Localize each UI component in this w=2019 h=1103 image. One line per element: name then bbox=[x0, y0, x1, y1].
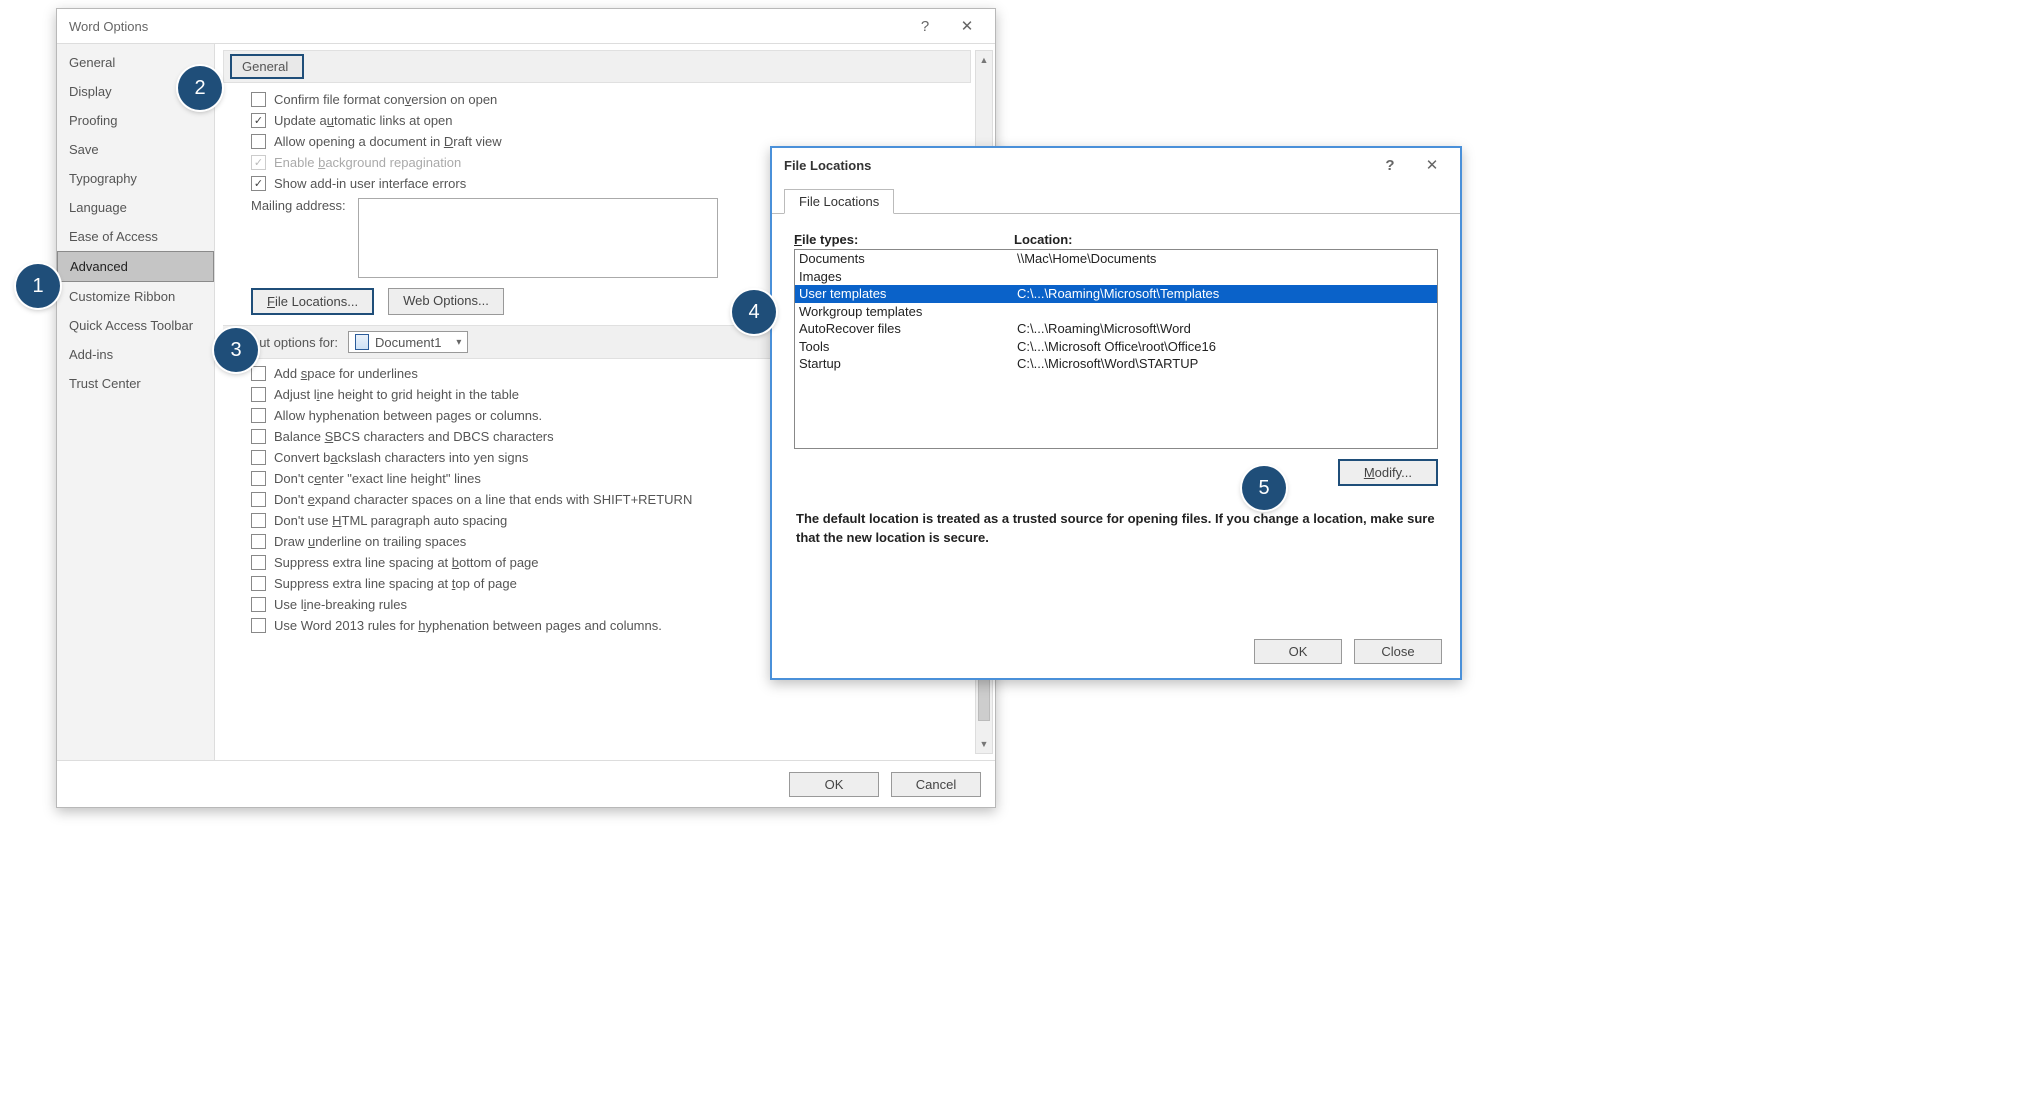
callout-3: 3 bbox=[214, 328, 258, 372]
web-options-button[interactable]: Web Options... bbox=[388, 288, 504, 315]
chk-label: Show add-in user interface errors bbox=[274, 176, 466, 191]
chk-confirm-file-format[interactable]: Confirm file format conversion on open bbox=[223, 89, 971, 110]
help-icon[interactable]: ? bbox=[905, 12, 945, 40]
scroll-up-icon[interactable]: ▲ bbox=[976, 51, 992, 69]
list-headers: File types: Location: bbox=[794, 232, 1438, 247]
scroll-down-icon[interactable]: ▼ bbox=[976, 735, 992, 753]
file-locations-title: File Locations bbox=[780, 158, 1370, 173]
callout-1: 1 bbox=[16, 264, 60, 308]
location-header: Location: bbox=[1014, 232, 1073, 247]
chk-label: Enable background repagination bbox=[274, 155, 461, 170]
document-icon bbox=[355, 334, 369, 350]
chk-label: Confirm file format conversion on open bbox=[274, 92, 497, 107]
chk-label: Suppress extra line spacing at bottom of… bbox=[274, 555, 539, 570]
layout-document-name: Document1 bbox=[375, 335, 441, 350]
chk-label: Update automatic links at open bbox=[274, 113, 453, 128]
checkbox-icon[interactable] bbox=[251, 534, 266, 549]
help-icon[interactable]: ? bbox=[1370, 151, 1410, 179]
file-locations-tabstrip: File Locations bbox=[772, 182, 1460, 214]
list-item-user-templates[interactable]: User templatesC:\...\Roaming\Microsoft\T… bbox=[795, 285, 1437, 303]
sidebar-item-ease-of-access[interactable]: Ease of Access bbox=[57, 222, 214, 251]
checkbox-icon[interactable]: ✓ bbox=[251, 113, 266, 128]
list-item-startup[interactable]: StartupC:\...\Microsoft\Word\STARTUP bbox=[795, 355, 1437, 373]
sidebar-item-save[interactable]: Save bbox=[57, 135, 214, 164]
chk-label: Add space for underlines bbox=[274, 366, 418, 381]
chk-label: Use line-breaking rules bbox=[274, 597, 407, 612]
checkbox-icon[interactable] bbox=[251, 597, 266, 612]
chk-label: Don't use HTML paragraph auto spacing bbox=[274, 513, 507, 528]
sidebar-item-advanced[interactable]: Advanced bbox=[57, 251, 214, 282]
modify-button[interactable]: Modify... bbox=[1338, 459, 1438, 486]
sidebar-item-language[interactable]: Language bbox=[57, 193, 214, 222]
checkbox-icon: ✓ bbox=[251, 155, 266, 170]
word-options-footer: OK Cancel bbox=[57, 761, 995, 807]
checkbox-icon[interactable] bbox=[251, 429, 266, 444]
checkbox-icon[interactable] bbox=[251, 555, 266, 570]
chk-label: Suppress extra line spacing at top of pa… bbox=[274, 576, 517, 591]
close-icon[interactable]: ✕ bbox=[1412, 151, 1452, 179]
close-button[interactable]: Close bbox=[1354, 639, 1442, 664]
checkbox-icon[interactable] bbox=[251, 134, 266, 149]
file-locations-button[interactable]: File Locations... bbox=[251, 288, 374, 315]
sidebar-item-add-ins[interactable]: Add-ins bbox=[57, 340, 214, 369]
file-types-listbox[interactable]: Documents\\Mac\Home\Documents Images Use… bbox=[794, 249, 1438, 449]
chk-label: Draw underline on trailing spaces bbox=[274, 534, 466, 549]
checkbox-icon[interactable] bbox=[251, 618, 266, 633]
checkbox-icon[interactable] bbox=[251, 366, 266, 381]
sidebar-item-typography[interactable]: Typography bbox=[57, 164, 214, 193]
cancel-button[interactable]: Cancel bbox=[891, 772, 981, 797]
file-locations-footer: OK Close bbox=[1254, 639, 1442, 664]
chk-label: Don't expand character spaces on a line … bbox=[274, 492, 692, 507]
sidebar-item-proofing[interactable]: Proofing bbox=[57, 106, 214, 135]
close-icon[interactable]: ✕ bbox=[947, 12, 987, 40]
chk-update-links[interactable]: ✓ Update automatic links at open bbox=[223, 110, 971, 131]
security-note: The default location is treated as a tru… bbox=[794, 486, 1438, 548]
checkbox-icon[interactable]: ✓ bbox=[251, 176, 266, 191]
ok-button[interactable]: OK bbox=[1254, 639, 1342, 664]
chk-label: Allow opening a document in Draft view bbox=[274, 134, 502, 149]
checkbox-icon[interactable] bbox=[251, 450, 266, 465]
mailing-address-input[interactable] bbox=[358, 198, 718, 278]
callout-2: 2 bbox=[178, 66, 222, 110]
mailing-address-label: Mailing address: bbox=[251, 198, 346, 213]
options-sidebar: General Display Proofing Save Typography… bbox=[57, 44, 215, 760]
chk-label: Don't center "exact line height" lines bbox=[274, 471, 481, 486]
ok-button[interactable]: OK bbox=[789, 772, 879, 797]
list-item-images[interactable]: Images bbox=[795, 268, 1437, 286]
list-item-workgroup-templates[interactable]: Workgroup templates bbox=[795, 303, 1437, 321]
general-section-header: General bbox=[230, 54, 304, 79]
list-item-autorecover[interactable]: AutoRecover filesC:\...\Roaming\Microsof… bbox=[795, 320, 1437, 338]
sidebar-item-trust-center[interactable]: Trust Center bbox=[57, 369, 214, 398]
checkbox-icon[interactable] bbox=[251, 408, 266, 423]
checkbox-icon[interactable] bbox=[251, 387, 266, 402]
chk-label: Convert backslash characters into yen si… bbox=[274, 450, 528, 465]
checkbox-icon[interactable] bbox=[251, 492, 266, 507]
tab-file-locations[interactable]: File Locations bbox=[784, 189, 894, 214]
checkbox-icon[interactable] bbox=[251, 576, 266, 591]
callout-5: 5 bbox=[1242, 466, 1286, 510]
word-options-titlebar[interactable]: Word Options ? ✕ bbox=[57, 9, 995, 43]
checkbox-icon[interactable] bbox=[251, 92, 266, 107]
chk-label: Balance SBCS characters and DBCS charact… bbox=[274, 429, 554, 444]
chk-label: Allow hyphenation between pages or colum… bbox=[274, 408, 542, 423]
chk-label: Use Word 2013 rules for hyphenation betw… bbox=[274, 618, 662, 633]
chk-label: Adjust line height to grid height in the… bbox=[274, 387, 519, 402]
layout-document-dropdown[interactable]: Document1 bbox=[348, 331, 468, 353]
checkbox-icon[interactable] bbox=[251, 471, 266, 486]
word-options-title: Word Options bbox=[65, 19, 905, 34]
file-locations-dialog: File Locations ? ✕ File Locations File t… bbox=[770, 146, 1462, 680]
sidebar-item-customize-ribbon[interactable]: Customize Ribbon bbox=[57, 282, 214, 311]
file-locations-titlebar[interactable]: File Locations ? ✕ bbox=[772, 148, 1460, 182]
list-item-documents[interactable]: Documents\\Mac\Home\Documents bbox=[795, 250, 1437, 268]
callout-4: 4 bbox=[732, 290, 776, 334]
list-item-tools[interactable]: ToolsC:\...\Microsoft Office\root\Office… bbox=[795, 338, 1437, 356]
checkbox-icon[interactable] bbox=[251, 513, 266, 528]
sidebar-item-quick-access-toolbar[interactable]: Quick Access Toolbar bbox=[57, 311, 214, 340]
